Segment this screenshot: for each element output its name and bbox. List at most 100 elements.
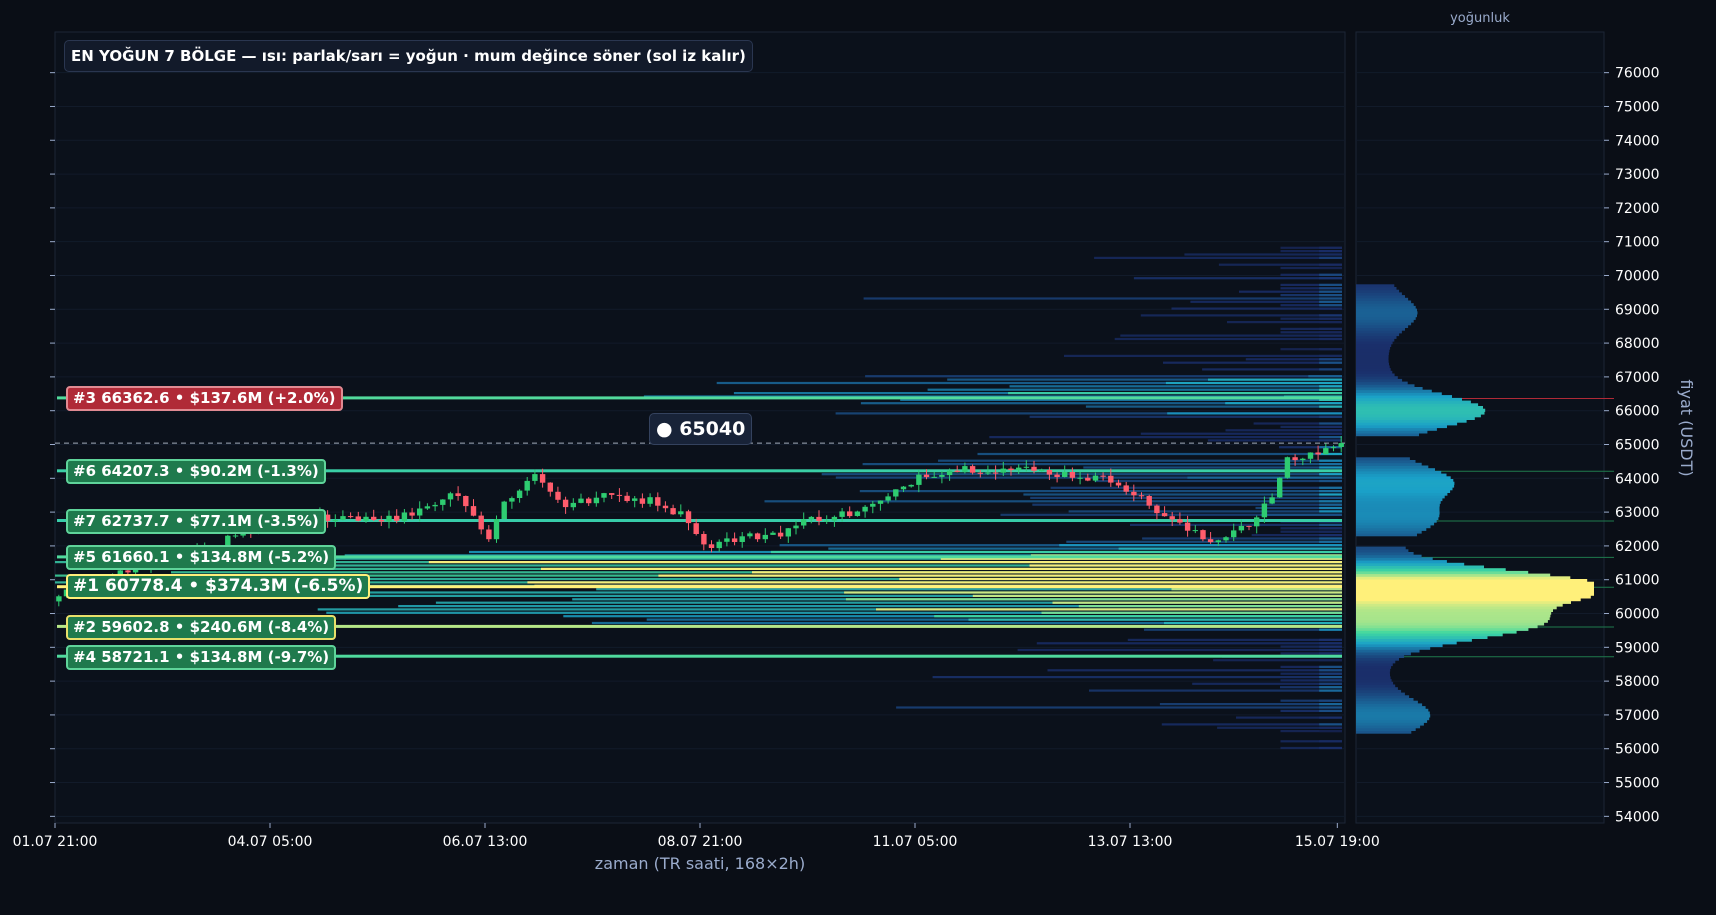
- x-tick-label: 04.07 05:00: [228, 834, 313, 850]
- heat-band: [1114, 337, 1342, 341]
- y-tick-label: 68000: [1615, 336, 1660, 352]
- heat-band-hot: [1319, 463, 1342, 466]
- y-tick-label: 54000: [1615, 809, 1660, 825]
- candle-body: [455, 493, 461, 496]
- candle-body: [1277, 477, 1283, 498]
- heat-band-hot: [1319, 628, 1342, 631]
- candle-body: [1338, 443, 1344, 447]
- candle-body: [363, 516, 369, 521]
- candle-body: [900, 486, 907, 490]
- heat-band-hot: [1319, 642, 1342, 645]
- heat-band-hot: [1319, 496, 1342, 499]
- candle-body: [1108, 475, 1114, 483]
- heat-band-hot: [1319, 337, 1342, 341]
- heat-band: [862, 463, 1342, 466]
- candle-body: [877, 500, 884, 504]
- candle-body: [347, 516, 354, 518]
- heat-band-hot: [1319, 679, 1342, 682]
- heat-band-hot: [658, 574, 1342, 577]
- candle-body: [1177, 519, 1183, 523]
- heat-band-hot: [1078, 605, 1342, 608]
- heat-band-hot: [1319, 723, 1342, 726]
- heat-band-hot: [1319, 290, 1342, 293]
- candle-body: [570, 502, 576, 508]
- heat-band: [989, 436, 1342, 439]
- heat-band-hot: [1308, 375, 1342, 378]
- candle-body: [1085, 477, 1091, 481]
- candle-body: [1054, 474, 1060, 477]
- y-tick-label: 66000: [1615, 404, 1660, 420]
- heat-band-hot: [1319, 740, 1342, 743]
- candle-body: [1131, 491, 1137, 496]
- heat-band-hot: [1319, 686, 1342, 689]
- heat-band-hot: [1319, 256, 1342, 259]
- heat-band-hot: [1319, 510, 1342, 513]
- candle-body: [777, 532, 784, 537]
- heat-band: [1161, 723, 1342, 726]
- candle-body: [962, 466, 968, 472]
- candle-body: [801, 519, 807, 526]
- density-bar: [1356, 525, 1431, 529]
- heat-band-hot: [845, 598, 1342, 601]
- candle-body: [1146, 496, 1152, 506]
- x-axis-label: zaman (TR saati, 168×2h): [595, 854, 805, 873]
- candle-body: [547, 482, 553, 492]
- candle-body: [1215, 540, 1221, 543]
- heat-band-hot: [1319, 672, 1342, 675]
- heat-band-hot: [844, 591, 1342, 594]
- heat-band-hot: [1319, 361, 1342, 364]
- candle-body: [1016, 467, 1022, 471]
- y-tick-label: 60000: [1615, 607, 1660, 623]
- candle-body: [1300, 458, 1306, 461]
- candle-body: [662, 505, 669, 509]
- candle-body: [793, 525, 799, 529]
- heat-band: [1083, 466, 1342, 469]
- y-tick-label: 72000: [1615, 201, 1660, 217]
- candle-body: [478, 515, 484, 530]
- heat-band-hot: [1260, 513, 1342, 516]
- candle-body: [1307, 452, 1314, 459]
- candle-body: [1154, 505, 1160, 514]
- heat-band-hot: [1319, 452, 1342, 456]
- heat-band-hot: [1319, 486, 1342, 489]
- heat-band-hot: [1319, 358, 1342, 361]
- candle-body: [486, 529, 492, 540]
- heat-band-hot: [972, 594, 1342, 597]
- candle-body: [916, 474, 922, 485]
- heat-band-hot: [1319, 415, 1342, 418]
- candle-body: [1062, 472, 1068, 477]
- candle-body: [1238, 525, 1245, 531]
- candle-body: [824, 520, 830, 522]
- candle-body: [378, 520, 385, 522]
- heat-band-hot: [1319, 354, 1342, 357]
- heat-band-hot: [1319, 348, 1342, 351]
- candle-body: [908, 484, 914, 487]
- candle-body: [931, 476, 937, 478]
- heat-band-hot: [1319, 506, 1342, 510]
- candle-body: [1284, 457, 1291, 478]
- heat-band-hot: [1319, 388, 1342, 391]
- heat-band-hot: [1319, 273, 1342, 276]
- heat-band: [927, 388, 1342, 391]
- heat-band-hot: [1319, 669, 1342, 672]
- candle-body: [1039, 470, 1045, 471]
- heat-band-hot: [527, 581, 1342, 584]
- heat-band-hot: [1165, 381, 1342, 385]
- candle-body: [1046, 470, 1053, 475]
- candle-body: [1031, 466, 1037, 471]
- candle-body: [1115, 482, 1122, 486]
- heat-band-hot: [1319, 652, 1342, 655]
- candle-body: [56, 596, 62, 602]
- candle-body: [401, 512, 408, 521]
- candle-body: [386, 515, 392, 522]
- x-tick-label: 06.07 13:00: [443, 834, 528, 850]
- heat-band-hot: [1319, 466, 1342, 469]
- y-tick-label: 69000: [1615, 302, 1660, 318]
- candle-body: [332, 519, 338, 522]
- candle-body: [1138, 495, 1145, 497]
- zone-label-2: #2 59602.8 • $240.6M (-8.4%): [66, 614, 337, 640]
- heat-band: [1085, 405, 1342, 408]
- zone-label-4: #4 58721.1 • $134.8M (-9.7%): [66, 644, 337, 670]
- candle-body: [609, 493, 615, 495]
- candle-body: [1315, 452, 1321, 455]
